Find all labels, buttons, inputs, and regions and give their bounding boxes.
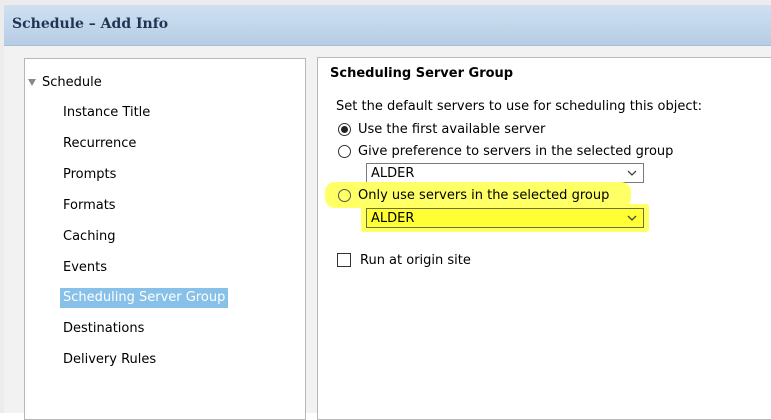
nav-item-caching[interactable]: Caching bbox=[60, 227, 119, 247]
nav-item-formats[interactable]: Formats bbox=[60, 196, 119, 216]
only-use-group-select[interactable]: ALDER bbox=[366, 208, 644, 228]
triangle-down-icon[interactable] bbox=[28, 78, 36, 86]
preference-group-value: ALDER bbox=[371, 165, 415, 181]
nav-item-instance-title[interactable]: Instance Title bbox=[60, 103, 153, 123]
nav-item-delivery-rules[interactable]: Delivery Rules bbox=[60, 350, 159, 370]
only-use-group-value: ALDER bbox=[371, 210, 415, 226]
radio-give-preference[interactable] bbox=[338, 144, 351, 158]
chevron-down-icon[interactable] bbox=[625, 212, 639, 224]
section-title: Scheduling Server Group bbox=[330, 66, 514, 81]
radio-only-use[interactable] bbox=[338, 188, 351, 202]
nav-item-recurrence[interactable]: Recurrence bbox=[60, 134, 139, 154]
tree-root-label: Schedule bbox=[42, 74, 102, 90]
preference-group-select[interactable]: ALDER bbox=[366, 163, 644, 183]
nav-item-events[interactable]: Events bbox=[60, 258, 110, 278]
option-first-available-label: Use the first available server bbox=[358, 121, 546, 137]
nav-item-destinations[interactable]: Destinations bbox=[60, 319, 147, 339]
option-first-available[interactable]: Use the first available server bbox=[338, 120, 545, 138]
option-only-use-label: Only use servers in the selected group bbox=[358, 187, 610, 203]
window-title: Schedule – Add Info bbox=[12, 16, 169, 32]
option-only-use[interactable]: Only use servers in the selected group bbox=[338, 186, 609, 204]
chevron-down-icon[interactable] bbox=[625, 167, 639, 179]
nav-item-scheduling-server-group[interactable]: Scheduling Server Group bbox=[60, 288, 229, 308]
nav-item-prompts[interactable]: Prompts bbox=[60, 165, 119, 185]
tree-root-schedule[interactable]: Schedule bbox=[28, 72, 102, 92]
run-at-origin-option[interactable]: Run at origin site bbox=[337, 251, 471, 269]
run-at-origin-label: Run at origin site bbox=[360, 252, 471, 268]
radio-first-available[interactable] bbox=[338, 122, 351, 136]
title-bar: Schedule – Add Info bbox=[4, 5, 771, 46]
option-give-preference[interactable]: Give preference to servers in the select… bbox=[338, 142, 673, 160]
option-give-preference-label: Give preference to servers in the select… bbox=[358, 143, 674, 159]
run-at-origin-checkbox[interactable] bbox=[337, 253, 351, 267]
section-description: Set the default servers to use for sched… bbox=[336, 99, 702, 114]
